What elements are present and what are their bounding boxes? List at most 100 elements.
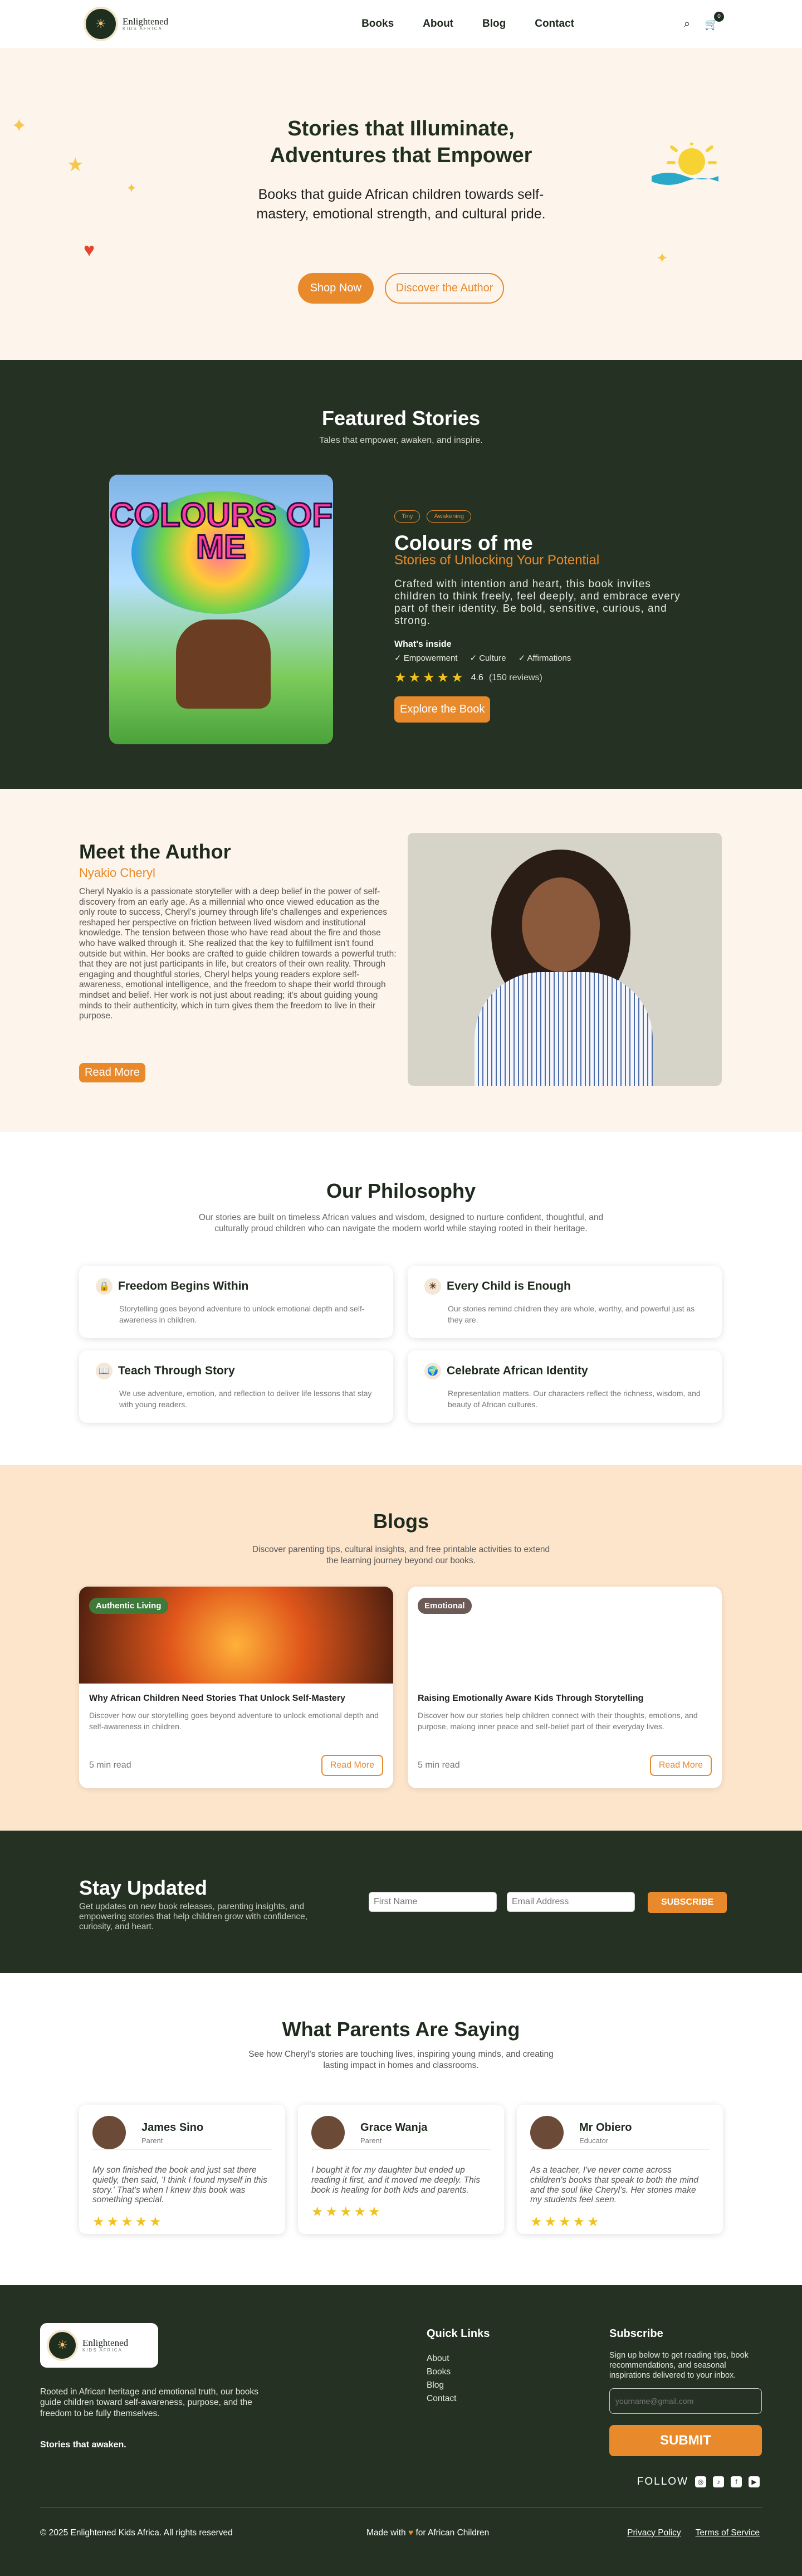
blog-card[interactable]: Authentic Living Why African Children Ne… [79, 1587, 393, 1788]
cart-icon[interactable]: 🛒 0 [705, 11, 724, 31]
star-rating-icon: ★★★★★ [530, 2214, 602, 2230]
made-with: Made with ♥ for African Children [366, 2528, 490, 2538]
read-more-button[interactable]: Read More [79, 1063, 145, 1082]
blog-card[interactable]: Emotional Raising Emotionally Aware Kids… [408, 1587, 722, 1788]
nav-books[interactable]: Books [361, 18, 394, 30]
nav-about[interactable]: About [423, 18, 453, 30]
newsletter-title: Stay Updated [79, 1876, 208, 1899]
philosophy-subtitle: Our stories are built on timeless Africa… [198, 1213, 604, 1234]
blogs-title: Blogs [373, 1510, 429, 1533]
philosophy-card: 📖 Teach Through Story We use adventure, e… [79, 1350, 393, 1423]
legal-links: Privacy Policy Terms of Service [627, 2528, 760, 2538]
author-bio: Cheryl Nyakio is a passionate storytelle… [79, 887, 397, 1021]
blog-read-more-button[interactable]: Read More [321, 1755, 383, 1776]
review-count: (150 reviews) [488, 672, 542, 682]
star-rating-icon: ★★★★★ [311, 2204, 383, 2220]
read-time: 5 min read [89, 1760, 131, 1770]
philosophy-card: 🌍 Celebrate African Identity Representati… [408, 1350, 722, 1423]
shop-now-button[interactable]: Shop Now [297, 273, 374, 304]
blog-desc: Discover how our storytelling goes beyon… [89, 1711, 379, 1731]
inside-item: ✓ Empowerment [394, 653, 458, 663]
logo[interactable]: ☀ Enlightened KIDS AFRICA [84, 7, 168, 41]
featured-title: Featured Stories [321, 407, 481, 430]
avatar [311, 2116, 345, 2149]
search-icon[interactable]: ⌕ [684, 18, 690, 31]
footer-logo[interactable]: ☀ Enlightened KIDS AFRICA [40, 2323, 158, 2368]
author-name: Nyakio Cheryl [79, 866, 155, 880]
avatar [92, 2116, 126, 2149]
blog-title: Why African Children Need Stories That U… [89, 1694, 345, 1703]
blogs-section: Blogs Discover parenting tips, cultural … [0, 1465, 802, 1831]
testimonials-section: What Parents Are Saying See how Cheryl's… [0, 1973, 802, 2285]
inside-label: What's inside [394, 640, 452, 649]
footer-link-blog[interactable]: Blog [427, 2380, 490, 2390]
heart-icon: ♥ [84, 240, 95, 261]
author-photo [408, 833, 722, 1086]
hero-subtitle: Books that guide African children toward… [256, 187, 546, 222]
sparkle-icon: ✦ [126, 181, 138, 196]
featured-section: Featured Stories Tales that empower, awa… [0, 360, 802, 789]
book-tags: Tiny Awakening [394, 510, 471, 523]
instagram-icon[interactable]: ◎ [695, 2476, 706, 2487]
nav-blog[interactable]: Blog [482, 18, 506, 30]
site-footer: ☀ Enlightened KIDS AFRICA Rooted in Afri… [0, 2285, 802, 2576]
blog-image: Authentic Living [79, 1587, 393, 1684]
philosophy-card: ☀ Every Child is Enough Our stories remin… [408, 1266, 722, 1338]
featured-subtitle: Tales that empower, awaken, and inspire. [319, 436, 483, 445]
footer-link-contact[interactable]: Contact [427, 2394, 490, 2404]
logo-badge: ☀ [47, 2330, 78, 2361]
privacy-policy-link[interactable]: Privacy Policy [627, 2528, 681, 2538]
newsletter-text: Get updates on new book releases, parent… [79, 1902, 308, 1931]
blogs-subtitle: Discover parenting tips, cultural insigh… [252, 1545, 550, 1566]
star-rating-icon: ★★★★★ [394, 670, 466, 685]
tiktok-icon[interactable]: ♪ [713, 2476, 724, 2487]
facebook-icon[interactable]: f [731, 2476, 742, 2487]
testimonial-card: James Sino Parent My son finished the bo… [79, 2105, 285, 2234]
footer-link-books[interactable]: Books [427, 2367, 490, 2377]
copyright: © 2025 Enlightened Kids Africa. All righ… [40, 2528, 233, 2538]
logo-badge: ☀ [84, 7, 118, 41]
inside-list: ✓ Empowerment ✓ Culture ✓ Affirmations [394, 653, 571, 663]
cover-title: COLOURS OF ME [109, 496, 333, 565]
footer-link-about[interactable]: About [427, 2354, 490, 2364]
explore-book-button[interactable]: Explore the Book [394, 696, 491, 723]
testimonial-quote: I bought it for my daughter but ended up… [311, 2149, 491, 2195]
subscribe-button[interactable]: SUBSCRIBE [648, 1892, 727, 1913]
submit-button[interactable]: SUBMIT [609, 2425, 762, 2457]
brand-name: Enlightened [123, 16, 169, 27]
social-follow: FOLLOW ◎ ♪ f ▶ [637, 2476, 760, 2488]
blog-read-more-button[interactable]: Read More [649, 1755, 712, 1776]
hero-section: ✦ ★ ✦ ♥ ✦ Stories that Illuminate, Advent… [0, 48, 802, 360]
author-title: Meet the Author [79, 840, 231, 863]
blog-title: Raising Emotionally Aware Kids Through S… [418, 1694, 644, 1703]
inside-item: ✓ Affirmations [518, 653, 571, 663]
book-title: Colours of me [394, 531, 533, 554]
philosophy-card: 🔒 Freedom Begins Within Storytelling goes… [79, 1266, 393, 1338]
newsletter-section: Stay Updated Get updates on new book rel… [0, 1831, 802, 1973]
book-cover[interactable]: COLOURS OF ME [109, 475, 333, 744]
terms-link[interactable]: Terms of Service [696, 2528, 760, 2538]
blog-desc: Discover how our stories help children c… [418, 1711, 698, 1731]
rating-value: 4.6 [471, 672, 483, 682]
footer-subscribe: Subscribe Sign up below to get reading t… [609, 2328, 762, 2457]
blog-tag: Emotional [418, 1598, 472, 1614]
book-description: Crafted with intention and heart, this b… [394, 578, 681, 627]
youtube-icon[interactable]: ▶ [749, 2476, 760, 2487]
footer-email-input[interactable] [609, 2388, 762, 2414]
first-name-input[interactable] [369, 1892, 497, 1912]
testimonials-subtitle: See how Cheryl's stories are touching li… [248, 2050, 554, 2071]
testimonial-quote: As a teacher, I've never come across chi… [530, 2149, 710, 2205]
testimonial-quote: My son finished the book and just sat th… [92, 2149, 272, 2205]
cover-kids [176, 619, 271, 709]
book-rating: ★★★★★ 4.6 (150 reviews) [394, 670, 542, 686]
globe-icon: 🌍 [424, 1363, 441, 1379]
cart-count: 0 [713, 11, 724, 22]
email-input[interactable] [507, 1892, 635, 1912]
header-icons: ⌕ 🛒 0 [684, 11, 724, 31]
nav-contact[interactable]: Contact [535, 18, 574, 30]
discover-author-button[interactable]: Discover the Author [384, 273, 505, 304]
testimonials-title: What Parents Are Saying [282, 2018, 520, 2041]
philosophy-title: Our Philosophy [326, 1179, 476, 1202]
sparkle-icon-right: ✦ [656, 250, 668, 266]
footer-about: Rooted in African heritage and emotional… [40, 2387, 259, 2418]
